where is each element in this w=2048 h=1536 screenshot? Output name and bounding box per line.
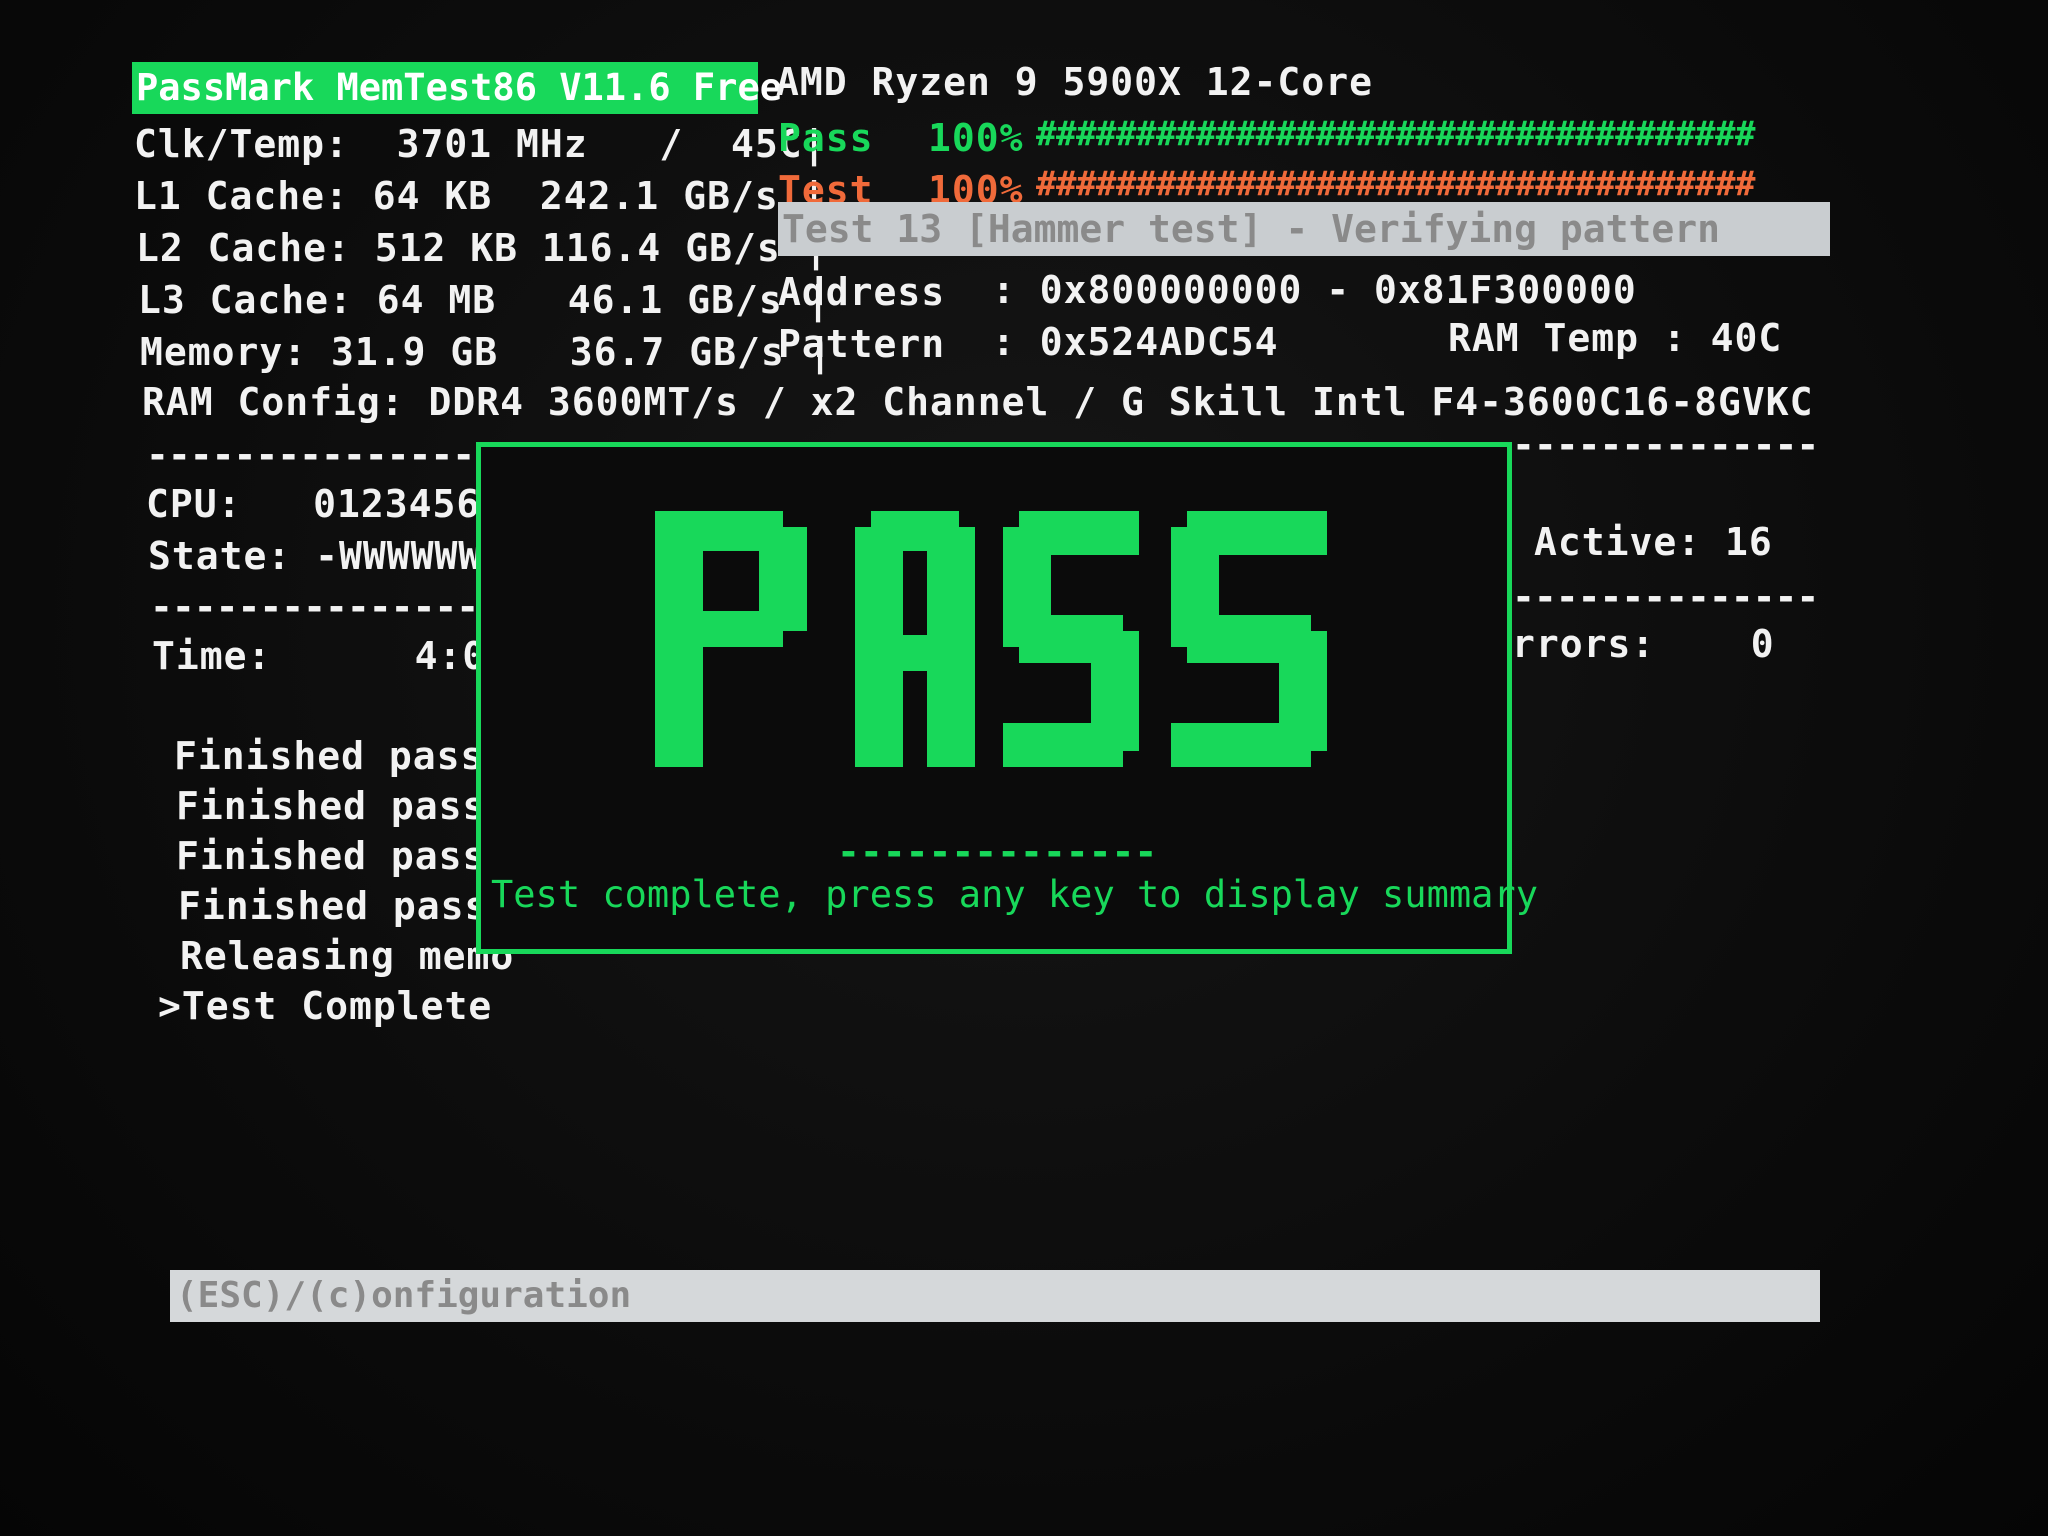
pass-label: Pass [778,116,874,160]
letter-s [1171,511,1327,767]
log-line: Finished pass [178,884,489,928]
letter-p [655,511,807,767]
pass-result-dialog[interactable]: -------------- Test complete, press any … [476,442,1538,954]
test-progress-bar: #################################### [1036,164,1755,204]
current-test-status: Test 13 [Hammer test] - Verifying patter… [778,202,1830,256]
memtest-screen: PassMark MemTest86 V11.6 Free AMD Ryzen … [0,0,2048,1536]
cpu-panel-separator-bottom: --------------- [150,585,479,629]
l3-cache-line: L3 Cache: 64 MB 46.1 GB/s | [138,278,831,322]
state-line: State: -WWWWWWW [148,534,507,578]
clk-temp-line: Clk/Temp: 3701 MHz / 45C| [134,122,827,166]
address-value: : 0x800000000 - 0x81F300000 [992,268,1637,312]
log-line-current: >Test Complete [158,984,493,1028]
dialog-separator: -------------- [837,830,1158,874]
l2-cache-line: L2 Cache: 512 KB 116.4 GB/s | [136,226,829,270]
log-line: Releasing memo [180,934,515,978]
pass-banner [655,511,1327,767]
letter-s [1003,511,1139,767]
memory-line: Memory: 31.9 GB 36.7 GB/s | [140,330,833,374]
cpu-model: AMD Ryzen 9 5900X 12-Core [776,60,1373,104]
address-label: Address [778,270,946,314]
letter-a [855,511,975,767]
ram-temp: RAM Temp : 40C [1448,316,1783,360]
active-line: Active: 16 [1534,520,1773,564]
log-line: Finished pass [174,734,485,778]
cpu-panel-separator-top: --------------- [146,433,475,477]
right-panel-separator-bottom: -------------- [1512,575,1819,619]
right-panel-separator-top: -------------- [1512,423,1819,467]
pass-progress-bar: #################################### [1036,114,1755,154]
app-title-bar: PassMark MemTest86 V11.6 Free [132,62,782,114]
ram-config-line: RAM Config: DDR4 3600MT/s / x2 Channel /… [142,380,1814,424]
configuration-hint-bar[interactable]: (ESC)/(c)onfiguration [170,1270,1820,1322]
pattern-value: : 0x524ADC54 [992,320,1279,364]
dialog-message: Test complete, press any key to display … [491,873,1538,916]
cpu-line: CPU: 01234567 [146,482,505,526]
l1-cache-line: L1 Cache: 64 KB 242.1 GB/s | [134,174,827,218]
log-line: Finished pass [176,834,487,878]
pass-percent: 100% [928,116,1024,160]
log-line: Finished pass [176,784,487,828]
errors-line: rrors: 0 [1512,622,1775,666]
pattern-label: Pattern [778,322,946,366]
